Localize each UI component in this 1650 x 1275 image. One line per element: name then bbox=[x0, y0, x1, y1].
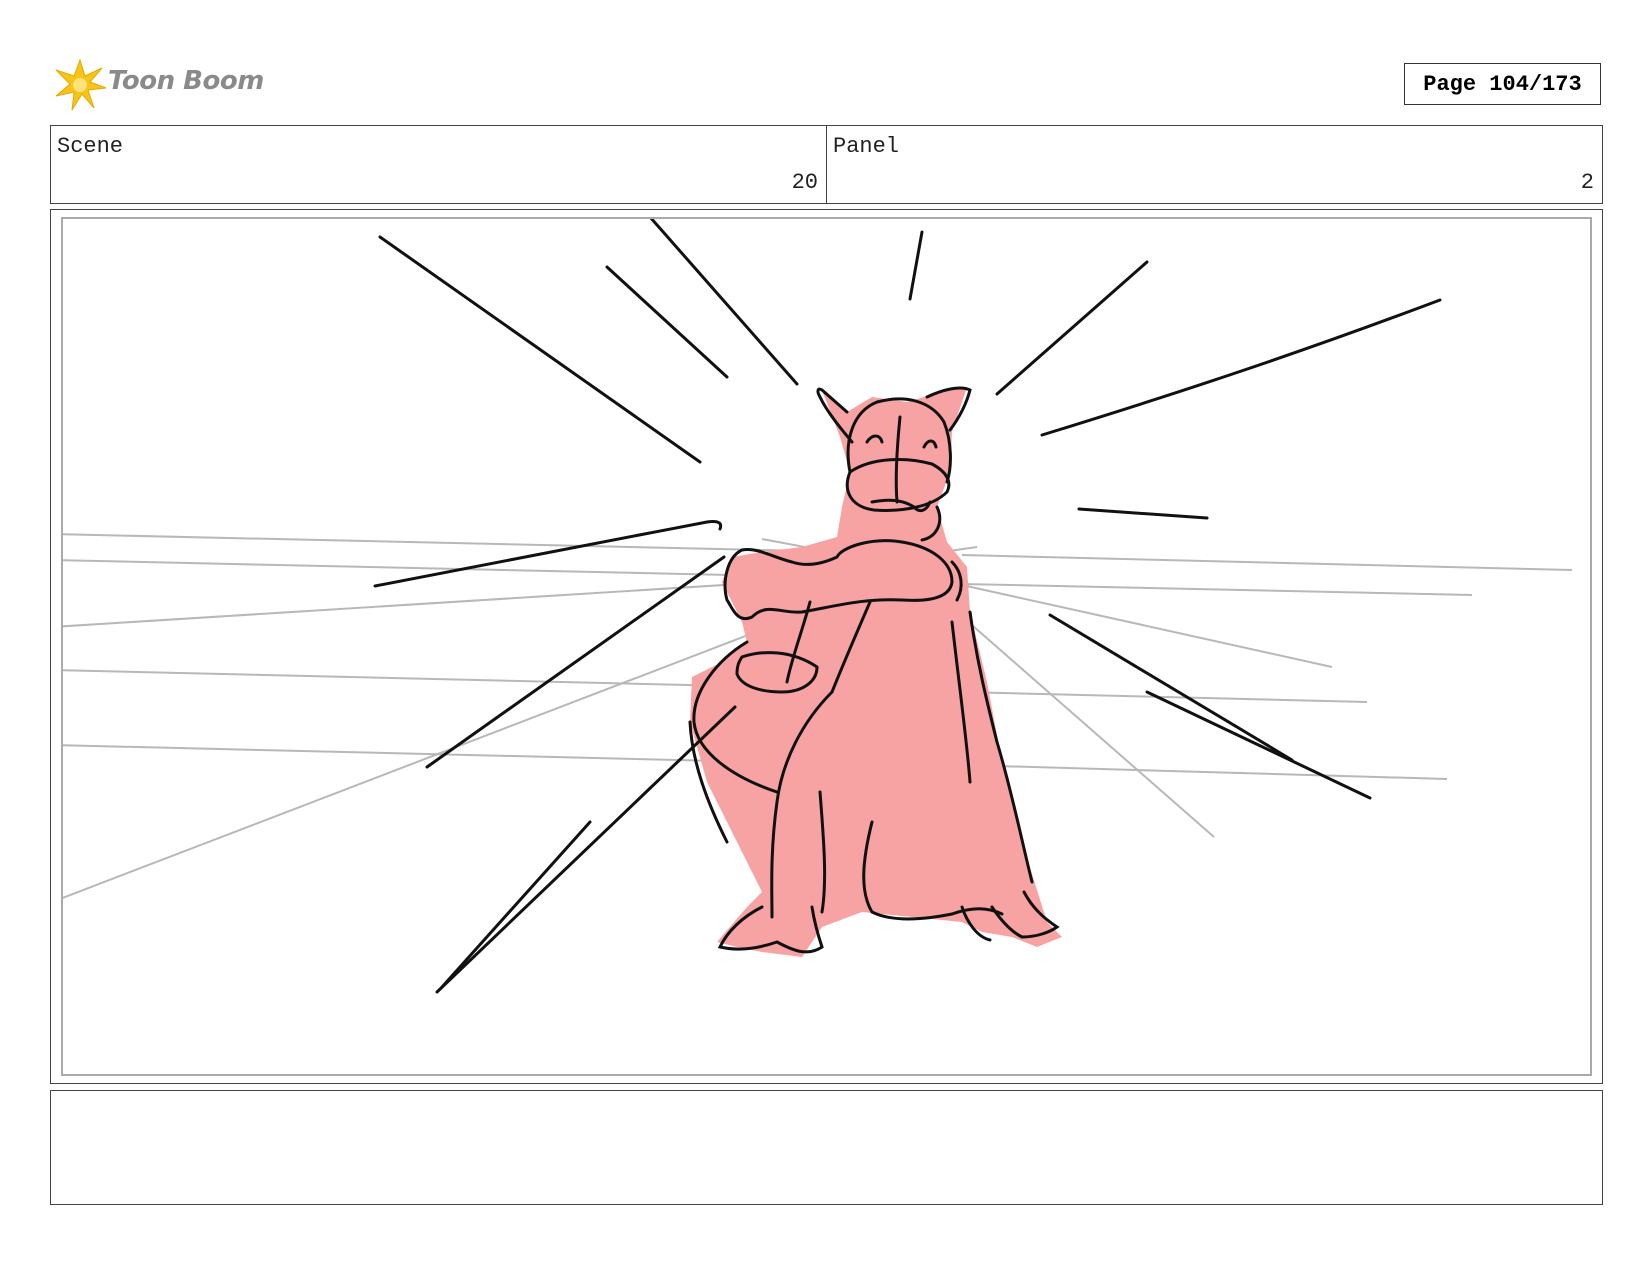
scene-number: 20 bbox=[791, 170, 818, 195]
logo-text: Toon Boom bbox=[108, 66, 264, 96]
panel-number: 2 bbox=[1580, 170, 1594, 195]
toon-boom-logo: Toon Boom bbox=[52, 56, 264, 112]
panel-label: Panel bbox=[833, 134, 900, 159]
panel-cell: Panel 2 bbox=[826, 126, 1602, 203]
scene-label: Scene bbox=[57, 134, 124, 159]
scene-cell: Scene 20 bbox=[51, 126, 826, 203]
storyboard-drawing bbox=[61, 217, 1592, 1076]
character-sketch-image bbox=[63, 219, 1573, 994]
page-number: Page 104/173 bbox=[1404, 63, 1601, 105]
notes-box bbox=[50, 1090, 1603, 1205]
starburst-logo-icon bbox=[55, 58, 107, 111]
character-fill bbox=[690, 387, 1062, 957]
scene-panel-header: Scene 20 Panel 2 bbox=[50, 125, 1603, 204]
